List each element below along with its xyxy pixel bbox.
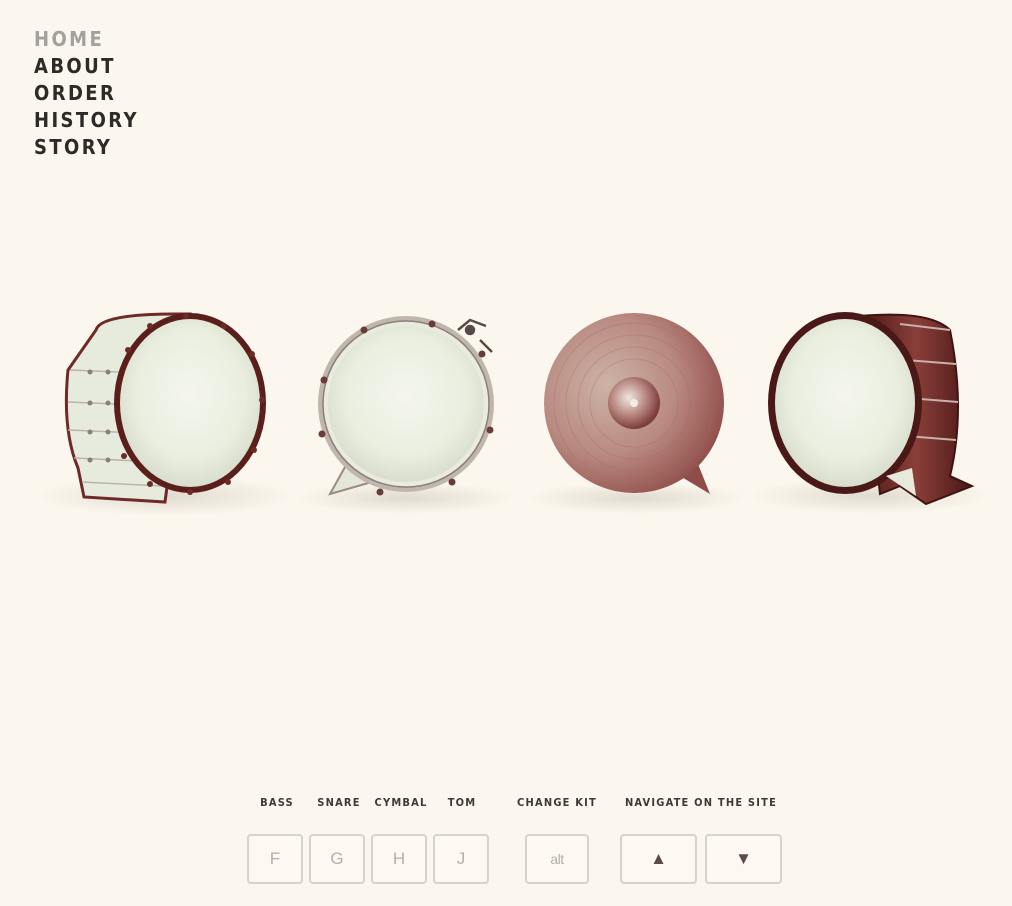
nav-item-story[interactable]: STORY [34, 134, 139, 161]
drum-kit-artwork [35, 312, 990, 516]
tom-drum-icon[interactable] [750, 312, 990, 514]
arrow-up-icon: ▲ [650, 849, 667, 868]
key-g-button[interactable]: G [309, 834, 365, 884]
cymbal-label: CYMBAL [374, 796, 428, 809]
change-kit-label: CHANGE KIT [517, 796, 597, 809]
key-j-button[interactable]: J [433, 834, 489, 884]
nav-item-about[interactable]: ABOUT [34, 53, 139, 80]
snare-drum-icon[interactable] [295, 316, 515, 514]
tom-label: TOM [447, 796, 477, 809]
nav-item-history[interactable]: HISTORY [34, 107, 139, 134]
navigate-label: NAVIGATE ON THE SITE [624, 796, 778, 809]
snare-label: SNARE [317, 796, 361, 809]
main-nav: HOME ABOUT ORDER HISTORY STORY [34, 26, 139, 161]
bass-label: BASS [260, 796, 294, 809]
arrow-down-button[interactable]: ▼ [705, 834, 782, 884]
arrow-down-icon: ▼ [735, 849, 752, 868]
key-alt-button[interactable]: alt [525, 834, 589, 884]
arrow-up-button[interactable]: ▲ [620, 834, 697, 884]
bass-drum-icon[interactable] [35, 312, 295, 516]
nav-item-order[interactable]: ORDER [34, 80, 139, 107]
drum-kit [0, 290, 1012, 540]
key-f-button[interactable]: F [247, 834, 303, 884]
nav-item-home[interactable]: HOME [34, 26, 139, 53]
key-h-button[interactable]: H [371, 834, 427, 884]
cymbal-icon[interactable] [526, 313, 746, 514]
